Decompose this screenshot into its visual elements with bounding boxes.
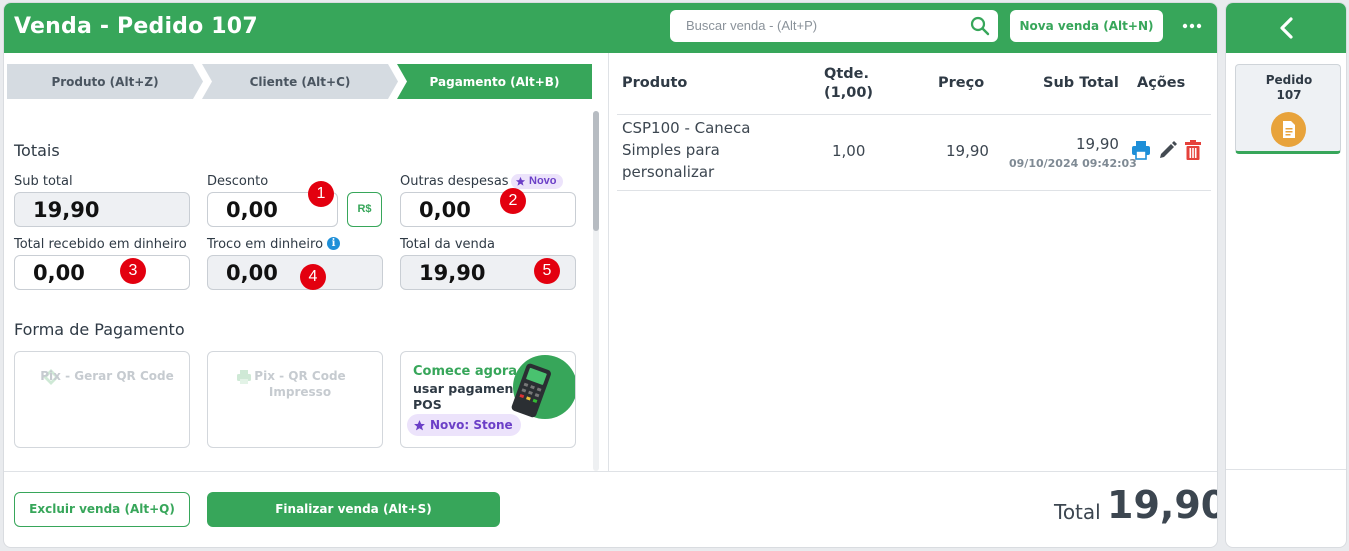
star-icon xyxy=(515,176,526,186)
marker-4: 4 xyxy=(300,264,326,290)
row-qtde: 1,00 xyxy=(832,142,866,160)
order-card-title: Pedido 107 xyxy=(1236,73,1342,103)
search-placeholder: Buscar venda - (Alt+P) xyxy=(686,18,818,33)
document-icon xyxy=(1283,121,1295,138)
step-produto-label: Produto (Alt+Z) xyxy=(51,74,159,89)
cash-received-label: Total recebido em dinheiro xyxy=(14,237,187,252)
pix-qr-card[interactable]: Pix - Gerar QR Code xyxy=(14,351,190,448)
cash-received-field[interactable]: 0,00 xyxy=(14,255,190,290)
delete-sale-button[interactable]: Excluir venda (Alt+Q) xyxy=(14,492,190,527)
order-document-icon xyxy=(1271,112,1306,147)
chevron-left-icon[interactable] xyxy=(1275,15,1299,41)
step-cliente-label: Cliente (Alt+C) xyxy=(249,74,351,89)
edit-icon[interactable] xyxy=(1158,140,1178,160)
subtotal-value: 19,90 xyxy=(33,198,100,222)
header-bar: Venda - Pedido 107 Buscar venda - (Alt+P… xyxy=(4,3,1217,53)
col-header-qtde: Qtde. xyxy=(824,66,869,82)
col-header-produto: Produto xyxy=(622,75,688,91)
step-produto[interactable]: Produto (Alt+Z) xyxy=(7,64,203,99)
other-expenses-field[interactable]: 0,00 xyxy=(400,192,576,227)
col-header-acoes: Ações xyxy=(1137,75,1186,91)
scrollbar[interactable] xyxy=(593,111,599,471)
sidebar-header xyxy=(1226,3,1346,53)
checkout-steps: Produto (Alt+Z) Cliente (Alt+C) Pagament… xyxy=(7,64,592,99)
order-card-line2: 107 xyxy=(1276,88,1302,102)
sidebar-footer-divider xyxy=(1226,469,1346,470)
col-header-qtde-unit: (1,00) xyxy=(824,85,874,101)
pos-new-badge-label: Novo: Stone xyxy=(430,418,513,432)
step-cliente[interactable]: Cliente (Alt+C) xyxy=(202,64,398,99)
delete-icon[interactable] xyxy=(1184,140,1202,160)
footer-divider xyxy=(4,471,1217,472)
change-value: 0,00 xyxy=(226,261,278,285)
step-pagamento-label: Pagamento (Alt+B) xyxy=(429,74,560,89)
marker-3: 3 xyxy=(120,258,146,284)
other-expenses-value: 0,00 xyxy=(419,198,471,222)
orders-sidebar: Pedido 107 xyxy=(1225,2,1347,548)
change-field: 0,00 xyxy=(207,255,383,290)
table-row-divider xyxy=(617,190,1211,191)
panel-divider xyxy=(608,53,609,471)
row-preco: 19,90 xyxy=(946,142,989,160)
info-icon[interactable]: i xyxy=(327,237,340,250)
row-product-line2: Simples para xyxy=(622,141,720,159)
grand-total-value: 19,90 xyxy=(1107,483,1218,527)
totals-title: Totais xyxy=(14,141,60,160)
pos-promo-card[interactable]: Comece agora a usar pagamento POS Novo: … xyxy=(400,351,576,448)
order-card-line1: Pedido xyxy=(1265,73,1313,87)
discount-label: Desconto xyxy=(207,174,269,189)
step-pagamento[interactable]: Pagamento (Alt+B) xyxy=(397,64,592,99)
col-header-subtotal: Sub Total xyxy=(1043,75,1119,91)
pix-qr-label: Pix - Gerar QR Code xyxy=(40,369,174,383)
change-label: Troco em dinheiro xyxy=(207,237,324,252)
grand-total-label: Total xyxy=(1054,500,1101,524)
row-product-line1: CSP100 - Caneca xyxy=(622,119,751,137)
print-icon[interactable] xyxy=(1131,140,1151,160)
payment-method-title: Forma de Pagamento xyxy=(14,320,185,339)
sale-total-value: 19,90 xyxy=(419,261,486,285)
sale-total-label: Total da venda xyxy=(400,237,495,252)
other-expenses-label: Outras despesas xyxy=(400,174,509,189)
pos-promo-line3: POS xyxy=(413,397,442,412)
row-datetime: 09/10/2024 09:42:03 xyxy=(1009,157,1137,170)
payment-panel: Totais Sub total 19,90 Desconto 0,00 R$ … xyxy=(4,106,608,471)
table-header-divider xyxy=(617,114,1211,115)
marker-1: 1 xyxy=(308,181,334,207)
subtotal-field: 19,90 xyxy=(14,192,190,227)
search-input[interactable]: Buscar venda - (Alt+P) xyxy=(670,10,998,42)
new-tag: Novo xyxy=(511,174,563,189)
finish-sale-button[interactable]: Finalizar venda (Alt+S) xyxy=(207,492,500,527)
page-title: Venda - Pedido 107 xyxy=(14,14,258,39)
row-product-line3: personalizar xyxy=(622,163,715,181)
pos-new-badge: Novo: Stone xyxy=(407,414,521,436)
new-sale-button[interactable]: Nova venda (Alt+N) xyxy=(1010,10,1163,42)
marker-5: 5 xyxy=(534,258,560,284)
search-icon[interactable] xyxy=(970,16,990,36)
discount-value: 0,00 xyxy=(226,198,278,222)
scrollbar-thumb[interactable] xyxy=(593,111,599,231)
marker-2: 2 xyxy=(500,188,526,214)
sale-window: Venda - Pedido 107 Buscar venda - (Alt+P… xyxy=(3,2,1218,548)
order-card[interactable]: Pedido 107 xyxy=(1235,64,1341,154)
new-tag-label: Novo xyxy=(529,175,557,187)
cash-received-value: 0,00 xyxy=(33,261,85,285)
pix-printed-card[interactable]: Pix - QR Code Impresso xyxy=(207,351,383,448)
more-options-icon[interactable] xyxy=(1180,15,1204,37)
row-subtotal: 19,90 xyxy=(1076,135,1119,153)
subtotal-label: Sub total xyxy=(14,174,73,189)
col-header-preco: Preço xyxy=(938,75,985,91)
star-icon xyxy=(414,419,425,430)
pix-printed-label: Pix - QR Code Impresso xyxy=(254,369,346,399)
discount-currency-toggle[interactable]: R$ xyxy=(347,192,382,227)
